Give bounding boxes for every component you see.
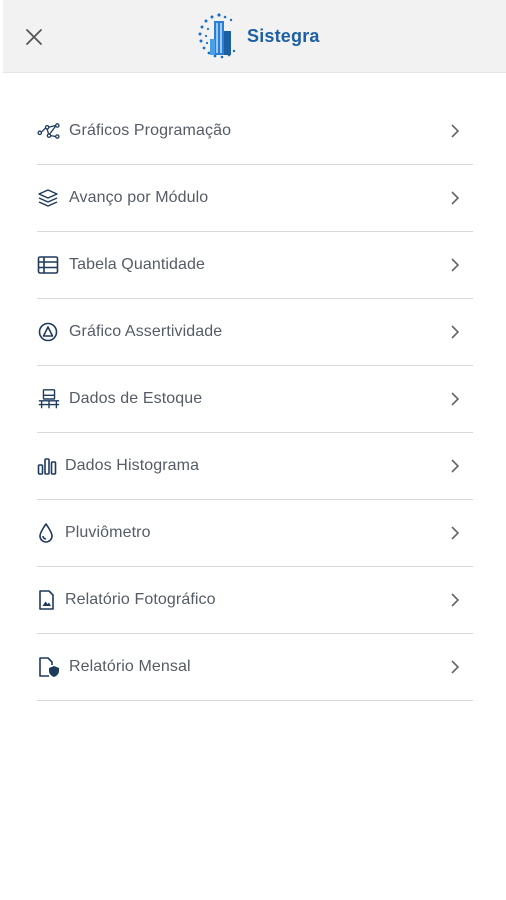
menu-item-dados-de-estoque[interactable]: Dados de Estoque xyxy=(37,366,473,433)
close-icon xyxy=(26,29,42,45)
menu-item-relatorio-mensal[interactable]: Relatório Mensal xyxy=(37,634,473,701)
menu-item-pluviometro[interactable]: Pluviômetro xyxy=(37,500,473,567)
triangle-target-icon xyxy=(37,320,61,344)
building-logo-icon xyxy=(198,13,236,59)
menu-item-dados-histograma[interactable]: Dados Histograma xyxy=(37,433,473,500)
menu-item-label: Dados Histograma xyxy=(65,457,200,474)
layers-icon xyxy=(37,186,61,210)
table-icon xyxy=(37,253,61,277)
chevron-right-icon xyxy=(451,392,460,406)
menu-item-label: Relatório Fotográfico xyxy=(65,591,216,608)
chevron-right-icon xyxy=(451,124,460,138)
menu-item-label: Gráficos Programação xyxy=(69,122,232,139)
image-file-icon xyxy=(37,588,57,612)
menu-item-label: Gráfico Assertividade xyxy=(69,323,223,340)
menu-item-relatorio-fotografico[interactable]: Relatório Fotográfico xyxy=(37,567,473,634)
menu-item-label: Dados de Estoque xyxy=(69,390,203,407)
chevron-right-icon xyxy=(451,660,460,674)
chevron-right-icon xyxy=(451,593,460,607)
navigation-menu: Gráficos Programação Avanço por Módulo T… xyxy=(37,98,473,701)
water-drop-icon xyxy=(37,521,57,545)
pallet-box-icon xyxy=(37,387,61,411)
bar-chart-icon xyxy=(37,454,57,478)
menu-item-label: Avanço por Módulo xyxy=(69,189,209,206)
network-graph-icon xyxy=(37,119,61,143)
menu-item-grafico-assertividade[interactable]: Gráfico Assertividade xyxy=(37,299,473,366)
menu-item-label: Relatório Mensal xyxy=(69,658,191,675)
close-button[interactable] xyxy=(21,24,47,50)
app-header: Sistegra xyxy=(3,0,506,73)
menu-item-avanco-por-modulo[interactable]: Avanço por Módulo xyxy=(37,165,473,232)
file-shield-icon xyxy=(37,655,61,679)
menu-item-tabela-quantidade[interactable]: Tabela Quantidade xyxy=(37,232,473,299)
chevron-right-icon xyxy=(451,526,460,540)
sistegra-logo: Sistegra xyxy=(197,8,327,64)
menu-item-label: Tabela Quantidade xyxy=(69,256,206,273)
chevron-right-icon xyxy=(451,325,460,339)
chevron-right-icon xyxy=(451,459,460,473)
menu-item-label: Pluviômetro xyxy=(65,524,151,541)
menu-item-graficos-programacao[interactable]: Gráficos Programação xyxy=(37,98,473,165)
chevron-right-icon xyxy=(451,258,460,272)
chevron-right-icon xyxy=(451,191,460,205)
logo-text: Sistegra xyxy=(247,25,320,46)
